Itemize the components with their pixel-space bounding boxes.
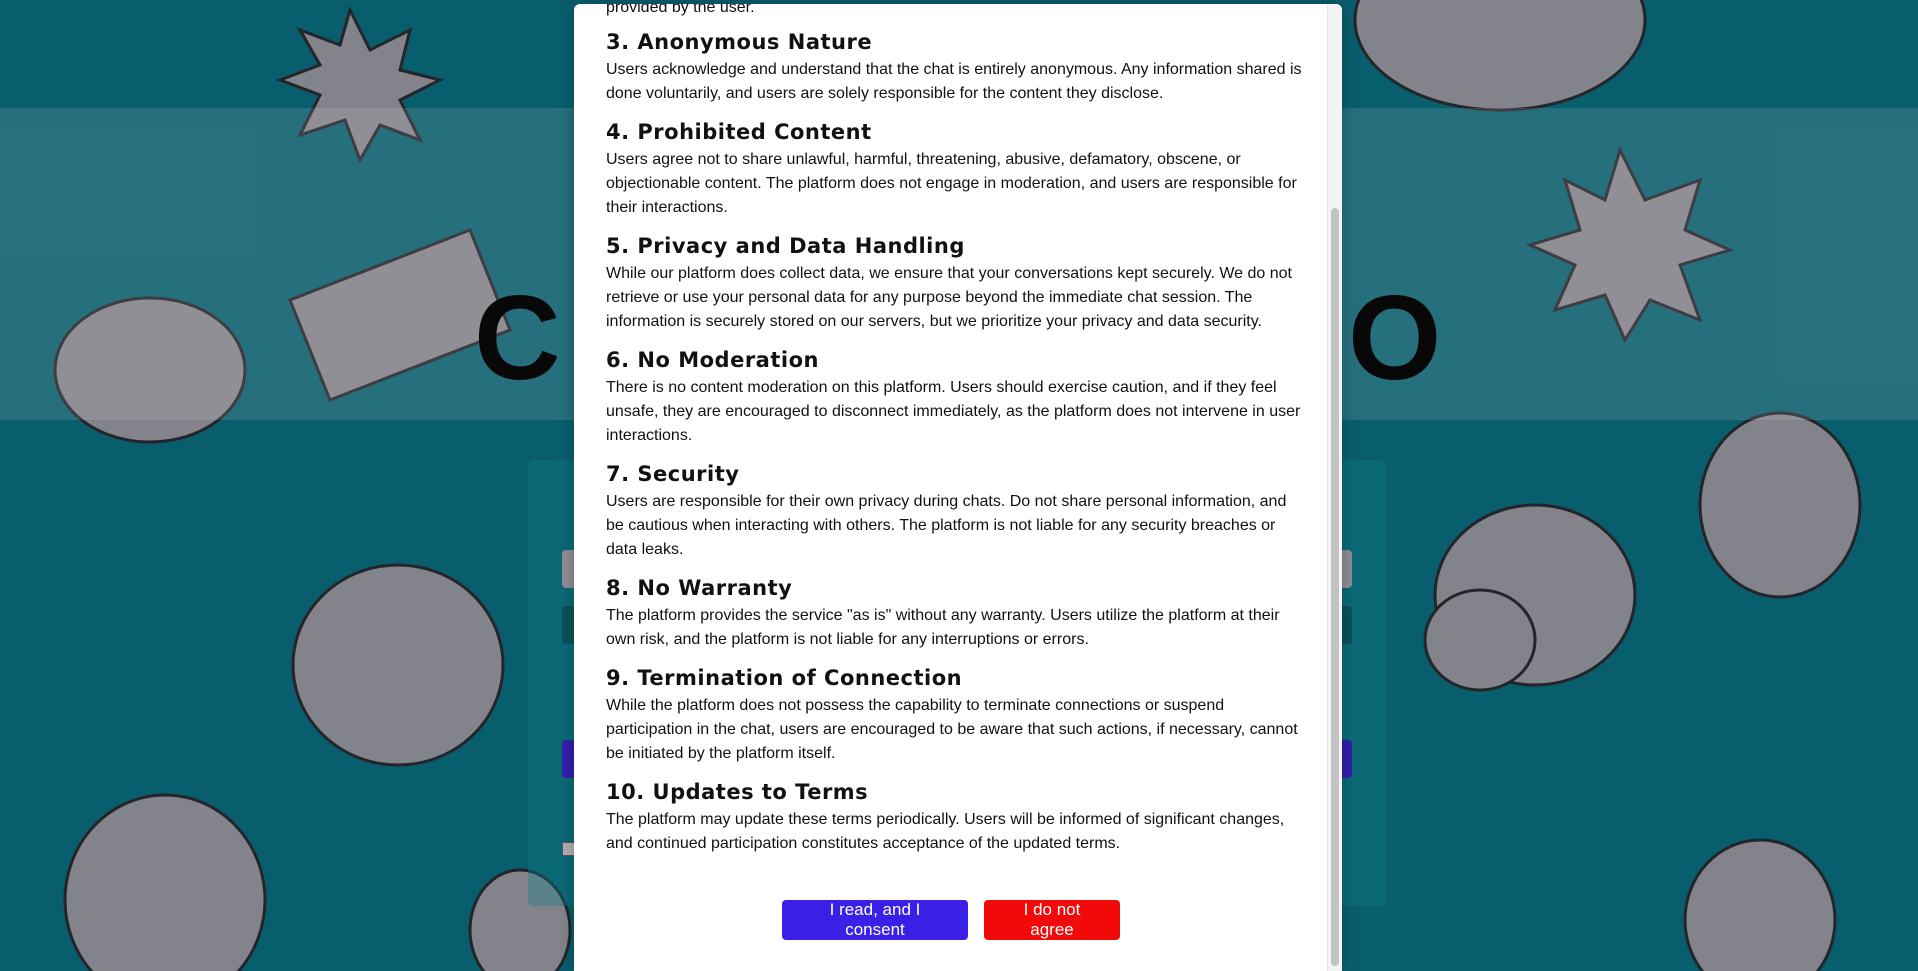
section-heading: 10. Updates to Terms bbox=[606, 780, 869, 804]
section-body: The platform may update these terms peri… bbox=[606, 811, 1285, 852]
section-body: The platform provides the service "as is… bbox=[606, 607, 1280, 648]
section-body: There is no content moderation on this p… bbox=[606, 379, 1301, 444]
decline-button[interactable]: I do not agree bbox=[984, 900, 1120, 940]
section-body: Users acknowledge and understand that th… bbox=[606, 61, 1302, 102]
terms-content: provided by the user. 3. Anonymous Natur… bbox=[606, 4, 1306, 868]
terms-section-updates: 10. Updates to Terms The platform may up… bbox=[606, 778, 1306, 856]
section-body: While the platform does not possess the … bbox=[606, 697, 1298, 762]
terms-section-prohibited-content: 4. Prohibited Content Users agree not to… bbox=[606, 118, 1306, 220]
terms-section-termination: 9. Termination of Connection While the p… bbox=[606, 664, 1306, 766]
section-heading: 4. Prohibited Content bbox=[606, 120, 872, 144]
terms-section-security: 7. Security Users are responsible for th… bbox=[606, 460, 1306, 562]
terms-section-anonymous-nature: 3. Anonymous Nature Users acknowledge an… bbox=[606, 28, 1306, 106]
terms-scroll-area[interactable]: provided by the user. 3. Anonymous Natur… bbox=[574, 4, 1328, 971]
section-body: Users are responsible for their own priv… bbox=[606, 493, 1287, 558]
section-heading: 8. No Warranty bbox=[606, 576, 793, 600]
section-heading: 6. No Moderation bbox=[606, 348, 819, 372]
modal-scrollbar[interactable] bbox=[1327, 4, 1342, 971]
section-body: While our platform does collect data, we… bbox=[606, 265, 1292, 330]
section-heading: 3. Anonymous Nature bbox=[606, 30, 873, 54]
terms-section-no-moderation: 6. No Moderation There is no content mod… bbox=[606, 346, 1306, 448]
section-heading: 9. Termination of Connection bbox=[606, 666, 963, 690]
terms-actions: I read, and I consent I do not agree bbox=[574, 900, 1328, 940]
section-body: Users agree not to share unlawful, harmf… bbox=[606, 151, 1297, 216]
consent-button[interactable]: I read, and I consent bbox=[782, 900, 968, 940]
section-heading: 5. Privacy and Data Handling bbox=[606, 234, 965, 258]
terms-section-no-warranty: 8. No Warranty The platform provides the… bbox=[606, 574, 1306, 652]
terms-section-privacy: 5. Privacy and Data Handling While our p… bbox=[606, 232, 1306, 334]
section-heading: 7. Security bbox=[606, 462, 740, 486]
scrollbar-thumb[interactable] bbox=[1331, 208, 1339, 966]
terms-modal: provided by the user. 3. Anonymous Natur… bbox=[574, 4, 1342, 971]
terms-intro-tail: provided by the user. bbox=[606, 4, 755, 16]
